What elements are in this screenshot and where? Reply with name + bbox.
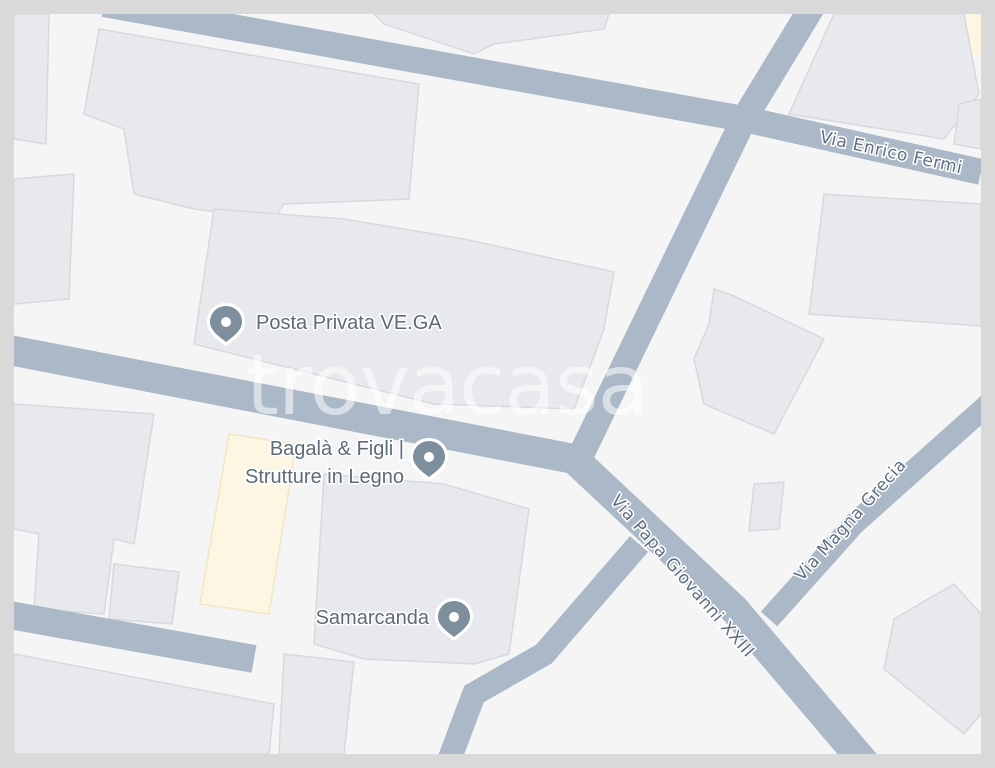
building xyxy=(953,98,981,150)
poi-label: Samarcanda xyxy=(316,607,430,629)
poi-label-line1: Bagalà & Figli | xyxy=(270,438,404,460)
map-pin-icon[interactable] xyxy=(410,438,448,481)
building xyxy=(787,14,980,140)
road-label-via-papa-giovanni: Via Papa Giovanni XXIII xyxy=(606,491,758,662)
poi-label-line2: Strutture in Legno xyxy=(245,466,404,488)
map-canvas[interactable]: Via Enrico Fermi Via Papa Giovanni XXIII… xyxy=(14,14,981,754)
watermark-logo: trovacasa xyxy=(246,336,648,434)
building xyxy=(808,193,981,327)
building xyxy=(748,481,785,532)
building xyxy=(883,583,981,736)
building xyxy=(278,653,355,754)
building xyxy=(108,563,180,625)
building xyxy=(693,287,826,435)
building xyxy=(14,173,75,305)
highlight-area-left xyxy=(199,433,297,615)
road-label-via-magna-grecia: Via Magna Grecia xyxy=(791,455,911,585)
map-svg: Via Enrico Fermi Via Papa Giovanni XXIII… xyxy=(14,14,981,754)
map-frame: Via Enrico Fermi Via Papa Giovanni XXIII… xyxy=(0,0,995,768)
poi-label: Posta Privata VE.GA xyxy=(256,312,442,334)
building xyxy=(313,473,530,665)
building xyxy=(14,14,50,145)
